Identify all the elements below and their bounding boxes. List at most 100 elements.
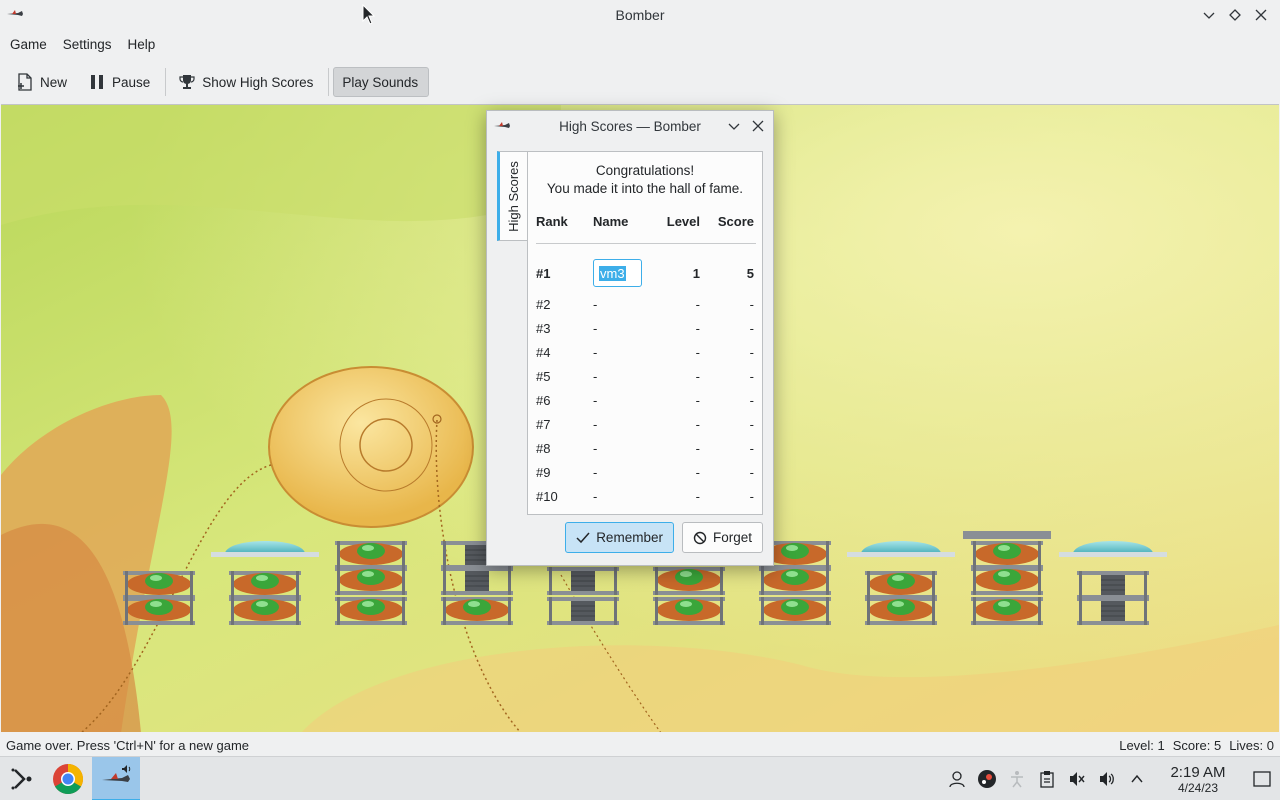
remember-label: Remember xyxy=(596,530,663,545)
level-cell: - xyxy=(695,441,700,456)
menu-game[interactable]: Game xyxy=(2,33,55,56)
score-cell: - xyxy=(749,345,754,360)
tray-accessibility[interactable] xyxy=(1002,757,1032,800)
congrats-line-2: You made it into the hall of fame. xyxy=(546,181,744,196)
header-rank: Rank xyxy=(536,214,568,229)
name-cell: - xyxy=(593,297,598,312)
dialog-close-button[interactable] xyxy=(749,117,767,135)
table-row: #4 - - - xyxy=(528,345,762,369)
taskbar-chrome[interactable] xyxy=(44,757,92,800)
table-row: #3 - - - xyxy=(528,321,762,345)
tray-volume[interactable] xyxy=(1092,757,1122,800)
application-launcher-button[interactable] xyxy=(0,757,44,800)
table-row: #10 - - - xyxy=(528,489,762,513)
forget-label: Forget xyxy=(712,530,752,545)
dialog-minimize-button[interactable] xyxy=(725,117,743,135)
status-lives: Lives: 0 xyxy=(1229,737,1274,753)
minimize-button[interactable] xyxy=(1200,6,1218,24)
system-tray: 2:19 AM 4/24/23 xyxy=(942,757,1280,800)
level-cell: - xyxy=(695,345,700,360)
pause-button[interactable]: Pause xyxy=(80,67,161,97)
name-cell: - xyxy=(593,393,598,408)
high-scores-dialog: High Scores — Bomber High Scores Congrat… xyxy=(486,110,774,566)
status-score: Score: 5 xyxy=(1172,737,1222,753)
score-cell: - xyxy=(749,417,754,432)
player-name-input[interactable]: vm3 xyxy=(593,259,642,287)
name-cell: - xyxy=(593,369,598,384)
rank-cell: #7 xyxy=(536,417,551,432)
close-window-button[interactable] xyxy=(1252,6,1270,24)
accessibility-icon xyxy=(1011,771,1023,788)
bomber-plane-icon xyxy=(7,10,23,16)
toolbar-separator xyxy=(328,68,330,96)
level-cell: - xyxy=(695,465,700,480)
level-cell: - xyxy=(695,369,700,384)
name-cell: - xyxy=(593,417,598,432)
player-name-value: vm3 xyxy=(599,265,626,281)
dialog-title: High Scores — Bomber xyxy=(559,118,701,134)
remember-button[interactable]: Remember xyxy=(565,522,674,553)
score-cell: - xyxy=(749,369,754,384)
chevron-down-icon xyxy=(1203,12,1215,19)
window-titlebar: Bomber xyxy=(0,0,1280,30)
new-game-button[interactable]: New xyxy=(8,67,78,97)
level-cell: - xyxy=(695,297,700,312)
taskbar-bomber[interactable] xyxy=(92,756,140,800)
tab-high-scores[interactable]: High Scores xyxy=(497,151,527,241)
tray-expand[interactable] xyxy=(1122,757,1152,800)
rank-cell: #10 xyxy=(536,489,558,504)
digital-clock[interactable]: 2:19 AM 4/24/23 xyxy=(1158,764,1238,795)
show-desktop-button[interactable] xyxy=(1244,757,1280,800)
level-cell: - xyxy=(695,393,700,408)
new-game-label: New xyxy=(40,74,68,90)
maximize-button[interactable] xyxy=(1226,6,1244,24)
pause-label: Pause xyxy=(112,74,151,90)
table-row: #8 - - - xyxy=(528,441,762,465)
steam-icon xyxy=(978,770,996,788)
play-sounds-toggle[interactable]: Play Sounds xyxy=(333,67,430,97)
forget-button[interactable]: Forget xyxy=(681,522,763,553)
new-document-icon xyxy=(18,73,32,91)
table-row: #6 - - - xyxy=(528,393,762,417)
status-bar: Game over. Press 'Ctrl+N' for a new game… xyxy=(0,734,1280,756)
bomber-plane-icon xyxy=(494,122,510,128)
show-desktop-icon xyxy=(1253,771,1271,787)
menu-bar: Game Settings Help xyxy=(0,30,1280,58)
tray-steam[interactable] xyxy=(972,757,1002,800)
tray-user[interactable] xyxy=(942,757,972,800)
rank-cell: #9 xyxy=(536,465,551,480)
table-row: #2 - - - xyxy=(528,297,762,321)
name-cell: - xyxy=(593,465,598,480)
show-high-scores-button[interactable]: Show High Scores xyxy=(170,67,324,97)
header-score: Score xyxy=(717,214,754,229)
level-cell: - xyxy=(695,489,700,504)
close-icon xyxy=(752,120,764,132)
toolbar: New Pause Show High Scores Play Sounds xyxy=(0,62,1280,102)
mouse-cursor-icon xyxy=(362,4,376,25)
play-sounds-label: Play Sounds xyxy=(342,74,419,90)
tray-clipboard[interactable] xyxy=(1032,757,1062,800)
show-high-scores-label: Show High Scores xyxy=(202,74,314,90)
launcher-icon xyxy=(11,768,32,789)
name-cell: - xyxy=(593,321,598,336)
high-scores-panel: Congratulations! You made it into the ha… xyxy=(527,151,763,515)
window-title: Bomber xyxy=(615,7,665,23)
chevron-down-icon xyxy=(728,123,740,130)
dialog-titlebar: High Scores — Bomber xyxy=(487,111,773,141)
rank-cell: #5 xyxy=(536,369,551,384)
level-cell: - xyxy=(695,417,700,432)
tray-mute[interactable] xyxy=(1062,757,1092,800)
header-separator xyxy=(536,243,756,244)
menu-settings[interactable]: Settings xyxy=(55,33,120,56)
score-cell: - xyxy=(749,297,754,312)
score-cell: - xyxy=(749,489,754,504)
menu-help[interactable]: Help xyxy=(120,33,164,56)
score-cell: - xyxy=(749,465,754,480)
table-row: #1 vm3 1 5 xyxy=(528,259,762,290)
rank-cell: #6 xyxy=(536,393,551,408)
table-row: #7 - - - xyxy=(528,417,762,441)
trophy-icon xyxy=(179,75,195,89)
bomber-plane-icon xyxy=(102,764,131,782)
score-cell: 5 xyxy=(746,266,754,281)
name-cell: - xyxy=(593,489,598,504)
